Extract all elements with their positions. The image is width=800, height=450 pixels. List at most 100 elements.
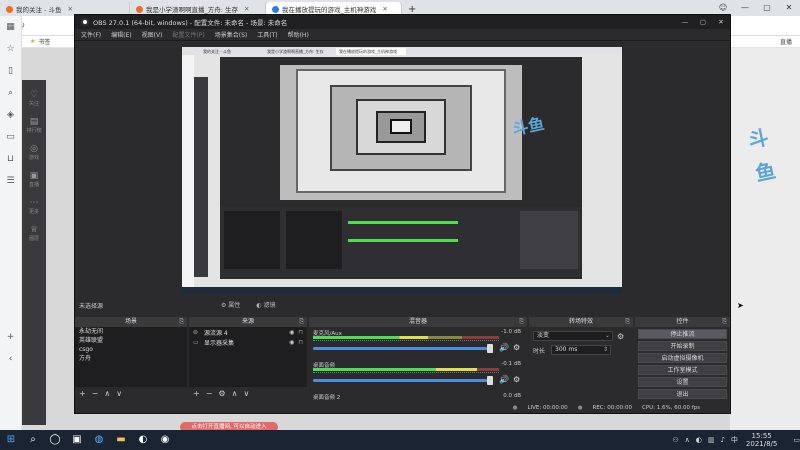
douyu-nav-live[interactable]: ▣ 直播 (22, 171, 46, 188)
menu-profile[interactable]: 配置文件(P) (172, 30, 204, 39)
menu-file[interactable]: 文件(F) (81, 30, 101, 39)
search-icon[interactable]: ⌕ (0, 88, 21, 104)
douyu-nav-more[interactable]: ⋯ 更多 (22, 198, 46, 215)
maximize-icon[interactable]: ▢ (756, 0, 778, 16)
transition-select-row: 淡变 ⌄ ⚙ (533, 331, 629, 341)
add-icon[interactable]: + (0, 332, 21, 348)
chevron-up-icon[interactable]: ∧ (685, 436, 690, 444)
lock-icon[interactable]: ⊓ (298, 329, 303, 336)
steam-icon[interactable]: ◐ (132, 430, 154, 450)
game-capture-icon: ⊚ (193, 328, 199, 336)
menu-scene-collection[interactable]: 场景集合(S) (215, 30, 248, 39)
close-icon[interactable]: ✕ (712, 18, 730, 26)
volume-fader[interactable] (313, 379, 489, 382)
filters-button[interactable]: ◐ 滤镜 (256, 300, 283, 309)
start-recording-button[interactable]: 开始录制 (638, 341, 727, 351)
nested-obs (220, 57, 582, 279)
douyu-nav-game[interactable]: ◎ 游戏 (22, 144, 46, 161)
move-up-icon[interactable]: ∧ (104, 389, 110, 398)
volume-fader[interactable] (313, 347, 489, 350)
menu-help[interactable]: 帮助(H) (288, 30, 309, 39)
clock[interactable]: 15:55 2021/8/5 (746, 432, 777, 448)
collapse-icon[interactable]: ‹ (0, 354, 21, 370)
exit-button[interactable]: 退出 (638, 389, 727, 399)
obs-icon[interactable]: ◉ (154, 430, 176, 450)
douyu-nav-rank[interactable]: ▤ 排行榜 (22, 117, 46, 134)
grid-icon[interactable]: ▦ (0, 22, 21, 38)
move-down-icon[interactable]: ∨ (116, 389, 122, 398)
transition-type-select[interactable]: 淡变 ⌄ (533, 331, 613, 341)
windows-start-icon[interactable]: ⊞ (0, 430, 22, 450)
move-down-icon[interactable]: ∨ (243, 389, 249, 398)
cart-icon[interactable]: ⊔ (0, 154, 21, 170)
search-icon[interactable]: ⌕ (22, 430, 44, 450)
notification-icon[interactable]: ▭ (793, 436, 800, 444)
input-language[interactable]: 中 (731, 435, 738, 445)
steam-tray-icon[interactable]: ◐ (696, 436, 702, 444)
minimize-icon[interactable]: — (734, 0, 756, 16)
dock-pin-icon[interactable]: ⎘ (625, 317, 630, 327)
menu-tools[interactable]: 工具(T) (257, 30, 277, 39)
scene-item[interactable]: 永劫无间 (75, 327, 187, 336)
cube-icon[interactable]: ◈ (0, 110, 21, 126)
add-icon[interactable]: + (193, 389, 200, 398)
people-icon[interactable]: ⚇ (672, 436, 678, 444)
minimize-icon[interactable]: — (676, 18, 694, 26)
dock-pin-icon[interactable]: ⎘ (299, 317, 304, 327)
start-virtual-camera-button[interactable]: 启动虚拟摄像机 (638, 353, 727, 363)
menu-edit[interactable]: 编辑(E) (111, 30, 131, 39)
properties-button[interactable]: ⚙ 属性 (221, 300, 248, 309)
move-up-icon[interactable]: ∧ (232, 389, 238, 398)
duration-input[interactable]: 300 ms ⇕ (551, 345, 611, 355)
eye-icon[interactable]: ◉ (289, 339, 294, 346)
eye-icon[interactable]: ◉ (289, 329, 294, 336)
browser-icon[interactable]: ◍ (88, 430, 110, 450)
star-icon[interactable]: ☆ (0, 44, 21, 60)
book-icon[interactable]: ▯ (0, 66, 21, 82)
fader-knob[interactable] (487, 376, 493, 385)
dock-pin-icon[interactable]: ⎘ (722, 317, 727, 327)
task-view-icon[interactable]: ◯ (44, 430, 66, 450)
speaker-icon[interactable]: 🔊 (499, 375, 509, 384)
lock-icon[interactable]: ⊓ (298, 339, 303, 346)
bookmark-item[interactable]: 直播 (780, 37, 792, 46)
duration-label: 时长 (533, 347, 546, 355)
video-icon[interactable]: ▭ (0, 132, 21, 148)
speaker-icon[interactable]: 🔊 (499, 343, 509, 352)
folder-icon[interactable]: ▬ (110, 430, 132, 450)
source-item[interactable]: ⊚ 源流源 4 ◉ ⊓ (189, 327, 307, 337)
close-icon[interactable]: ✕ (382, 5, 387, 13)
list-icon[interactable]: ☰ (0, 176, 21, 192)
maximize-icon[interactable]: ▢ (694, 18, 712, 26)
dock-pin-icon[interactable]: ⎘ (519, 317, 524, 327)
remove-icon[interactable]: − (92, 389, 99, 398)
douyu-nav-circle[interactable]: ♕ 圈层 (22, 225, 46, 242)
gear-icon[interactable]: ⚙ (513, 375, 520, 384)
obs-preview[interactable]: 我的关注 - 斗鱼 我是小学渣啊啊直播_方舟: 生存 我在播放提玩的游戏_主机神… (182, 47, 622, 295)
store-icon[interactable]: ▣ (66, 430, 88, 450)
nested-tab: 我在播放提玩的游戏_主机神游戏 (336, 48, 406, 55)
bookmarks-label[interactable]: 书签 (38, 37, 50, 46)
settings-button[interactable]: 设置 (638, 377, 727, 387)
douyu-nav-follow[interactable]: ♡ 关注 (22, 90, 46, 107)
remove-icon[interactable]: − (206, 389, 213, 398)
gear-icon[interactable]: ⚙ (617, 332, 624, 341)
close-window-icon[interactable]: ✕ (778, 0, 800, 16)
scene-item[interactable]: 英雄联盟 (75, 336, 187, 345)
scene-item[interactable]: csgo (75, 345, 187, 354)
fader-knob[interactable] (487, 344, 493, 353)
add-icon[interactable]: + (79, 389, 86, 398)
close-icon[interactable]: ✕ (67, 5, 72, 13)
source-item[interactable]: ▭ 显示器采集 ◉ ⊓ (189, 337, 307, 347)
studio-mode-button[interactable]: 工作室模式 (638, 365, 727, 375)
speaker-icon[interactable]: ♪ (720, 436, 724, 444)
gear-icon[interactable]: ⚙ (218, 389, 225, 398)
network-icon[interactable]: ▥ (708, 436, 715, 444)
close-icon[interactable]: ✕ (244, 5, 249, 13)
gear-icon[interactable]: ⚙ (513, 343, 520, 352)
nested-preview (280, 65, 522, 200)
dock-pin-icon[interactable]: ⎘ (179, 317, 184, 327)
menu-view[interactable]: 视图(V) (142, 30, 163, 39)
scene-item[interactable]: 方舟 (75, 354, 187, 363)
stop-streaming-button[interactable]: 停止推流 (638, 329, 727, 339)
